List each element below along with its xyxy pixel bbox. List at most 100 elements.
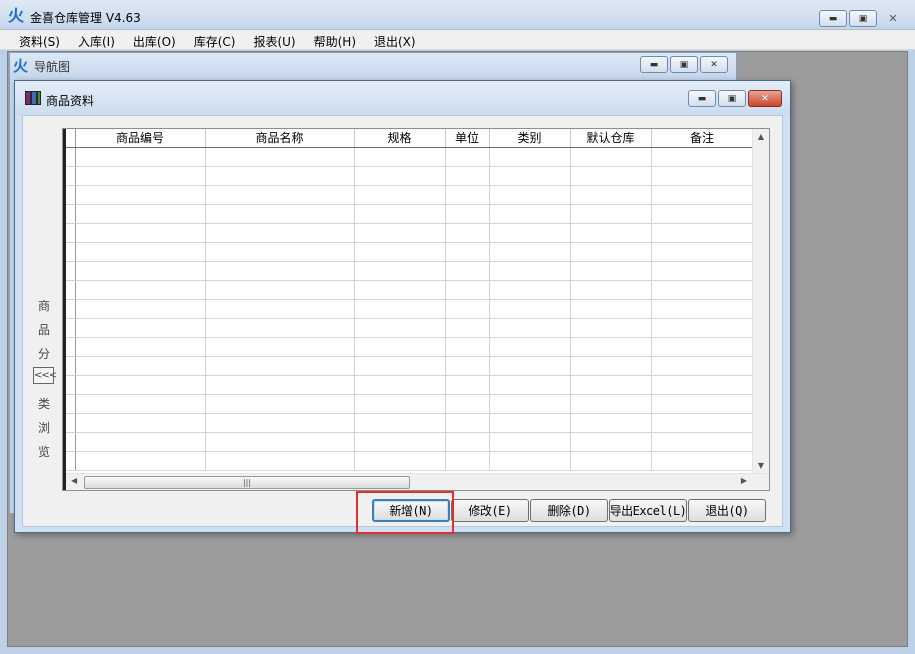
table-cell[interactable] xyxy=(445,166,490,186)
table-cell[interactable] xyxy=(570,204,652,224)
table-cell[interactable] xyxy=(570,147,652,167)
close-button[interactable]: ✕ xyxy=(879,10,907,27)
table-cell[interactable] xyxy=(651,337,754,357)
column-header[interactable]: 备注 xyxy=(651,129,754,148)
table-cell[interactable] xyxy=(205,451,355,471)
table-cell[interactable] xyxy=(445,375,490,395)
table-cell[interactable] xyxy=(570,451,652,471)
column-header[interactable]: 商品编号 xyxy=(75,129,206,148)
table-cell[interactable] xyxy=(489,394,571,414)
table-row[interactable] xyxy=(66,432,754,452)
table-row[interactable] xyxy=(66,280,754,300)
export-excel-button[interactable]: 导出Excel(L) xyxy=(609,499,687,522)
table-cell[interactable] xyxy=(75,204,206,224)
table-row[interactable] xyxy=(66,185,754,205)
row-indicator-cell[interactable] xyxy=(66,413,76,433)
row-indicator-cell[interactable] xyxy=(66,318,76,338)
table-cell[interactable] xyxy=(75,280,206,300)
table-row[interactable] xyxy=(66,413,754,433)
table-cell[interactable] xyxy=(445,318,490,338)
table-cell[interactable] xyxy=(205,261,355,281)
table-cell[interactable] xyxy=(205,166,355,186)
column-header[interactable]: 规格 xyxy=(354,129,446,148)
table-row[interactable] xyxy=(66,147,754,167)
table-cell[interactable] xyxy=(651,185,754,205)
table-cell[interactable] xyxy=(445,356,490,376)
table-cell[interactable] xyxy=(354,451,446,471)
table-cell[interactable] xyxy=(570,356,652,376)
table-cell[interactable] xyxy=(354,337,446,357)
exit-button[interactable]: 退出(Q) xyxy=(688,499,766,522)
table-cell[interactable] xyxy=(445,413,490,433)
table-cell[interactable] xyxy=(354,280,446,300)
table-cell[interactable] xyxy=(354,299,446,319)
minimize-button[interactable]: ▬ xyxy=(640,56,668,73)
table-cell[interactable] xyxy=(75,432,206,452)
close-button[interactable]: ✕ xyxy=(700,56,728,73)
table-cell[interactable] xyxy=(489,242,571,262)
table-cell[interactable] xyxy=(445,261,490,281)
table-cell[interactable] xyxy=(489,318,571,338)
row-indicator-cell[interactable] xyxy=(66,242,76,262)
table-cell[interactable] xyxy=(445,204,490,224)
table-cell[interactable] xyxy=(651,451,754,471)
horizontal-scrollbar[interactable]: ◀ ||| ▶ xyxy=(66,473,769,490)
column-header[interactable]: 默认仓库 xyxy=(570,129,652,148)
menu-item-help[interactable]: 帮助(H) xyxy=(305,30,365,49)
table-row[interactable] xyxy=(66,451,754,471)
row-indicator-cell[interactable] xyxy=(66,223,76,243)
row-indicator-cell[interactable] xyxy=(66,204,76,224)
table-cell[interactable] xyxy=(489,223,571,243)
minimize-button[interactable]: ▬ xyxy=(688,90,716,107)
table-cell[interactable] xyxy=(354,375,446,395)
table-cell[interactable] xyxy=(354,261,446,281)
table-cell[interactable] xyxy=(205,318,355,338)
delete-button[interactable]: 删除(D) xyxy=(530,499,608,522)
table-row[interactable] xyxy=(66,356,754,376)
table-row[interactable] xyxy=(66,261,754,281)
menu-item-reports[interactable]: 报表(U) xyxy=(244,30,304,49)
table-cell[interactable] xyxy=(354,394,446,414)
row-indicator-cell[interactable] xyxy=(66,451,76,471)
table-cell[interactable] xyxy=(489,204,571,224)
table-cell[interactable] xyxy=(354,204,446,224)
table-cell[interactable] xyxy=(489,166,571,186)
scroll-up-icon[interactable]: ▲ xyxy=(753,132,769,141)
row-indicator-cell[interactable] xyxy=(66,147,76,167)
row-indicator-cell[interactable] xyxy=(66,432,76,452)
table-cell[interactable] xyxy=(354,318,446,338)
table-cell[interactable] xyxy=(354,166,446,186)
table-row[interactable] xyxy=(66,204,754,224)
table-cell[interactable] xyxy=(445,242,490,262)
table-cell[interactable] xyxy=(205,432,355,452)
table-cell[interactable] xyxy=(75,451,206,471)
table-cell[interactable] xyxy=(205,337,355,357)
table-cell[interactable] xyxy=(205,147,355,167)
table-row[interactable] xyxy=(66,242,754,262)
row-indicator-cell[interactable] xyxy=(66,356,76,376)
scroll-down-icon[interactable]: ▼ xyxy=(753,461,769,470)
table-cell[interactable] xyxy=(489,147,571,167)
vertical-scrollbar[interactable]: ▲ ▼ xyxy=(752,129,769,473)
row-indicator-cell[interactable] xyxy=(66,299,76,319)
table-row[interactable] xyxy=(66,337,754,357)
table-cell[interactable] xyxy=(445,299,490,319)
menu-item-exit[interactable]: 退出(X) xyxy=(365,30,425,49)
table-cell[interactable] xyxy=(570,185,652,205)
table-cell[interactable] xyxy=(570,223,652,243)
table-row[interactable] xyxy=(66,166,754,186)
table-cell[interactable] xyxy=(205,185,355,205)
table-row[interactable] xyxy=(66,375,754,395)
table-cell[interactable] xyxy=(570,413,652,433)
table-cell[interactable] xyxy=(651,261,754,281)
table-cell[interactable] xyxy=(651,299,754,319)
product-grid[interactable]: 商品编号 商品名称 规格 单位 类别 默认仓库 备注 ▲ ▼ ◀ ||| ▶ xyxy=(62,128,770,491)
table-cell[interactable] xyxy=(445,451,490,471)
table-cell[interactable] xyxy=(75,185,206,205)
table-cell[interactable] xyxy=(354,147,446,167)
table-cell[interactable] xyxy=(651,375,754,395)
product-title-bar[interactable]: 商品资料 ▬ ▣ ✕ xyxy=(15,81,790,115)
table-cell[interactable] xyxy=(489,185,571,205)
category-toggle-button[interactable]: <<< xyxy=(33,367,57,384)
table-cell[interactable] xyxy=(354,223,446,243)
